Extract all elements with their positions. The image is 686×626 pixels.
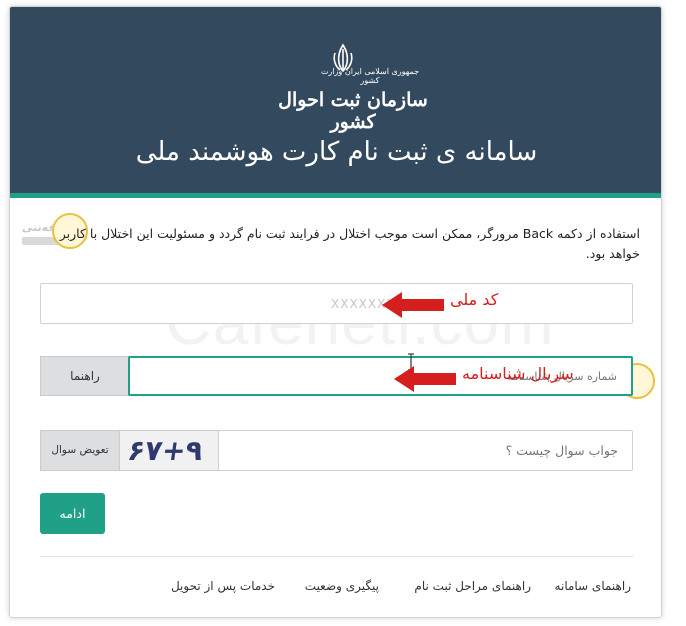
- captcha-refresh-button[interactable]: تعویض سوال: [40, 430, 120, 471]
- logo-title: سازمان ثبت احوال کشور: [278, 89, 428, 133]
- footer-link-guide[interactable]: راهنمای سامانه: [555, 579, 631, 593]
- footer-link-registration-steps[interactable]: راهنمای مراحل ثبت نام: [414, 579, 531, 593]
- footer-divider: [40, 556, 633, 557]
- arrow-left-icon: [394, 366, 456, 392]
- national-code-field[interactable]: XXXXXXXX: [40, 283, 633, 324]
- captcha-answer-field[interactable]: [218, 430, 633, 471]
- serial-annotation: سریال شناسنامه: [462, 364, 574, 383]
- captcha-answer-input[interactable]: [219, 431, 632, 470]
- continue-button[interactable]: ادامه: [40, 493, 105, 534]
- arrow-left-icon: [382, 292, 444, 318]
- back-button-notice: استفاده از دکمه Back مرورگر، ممکن است مو…: [59, 226, 640, 261]
- captcha-image: ۶۷+۹: [120, 430, 220, 471]
- footer-link-after-delivery[interactable]: خدمات پس از تحویل: [171, 579, 275, 593]
- captcha-text: ۶۷+۹: [125, 434, 206, 467]
- page-header: جمهوری اسلامی ایران وزارت کشور سازمان ثب…: [10, 7, 661, 198]
- registration-card: جمهوری اسلامی ایران وزارت کشور سازمان ثب…: [9, 6, 662, 618]
- national-code-annotation: کد ملی: [450, 290, 499, 309]
- page-title: سامانه ی ثبت نام کارت هوشمند ملی: [135, 137, 538, 167]
- footer-link-tracking[interactable]: پیگیری وضعیت: [305, 579, 379, 593]
- help-button[interactable]: راهنما: [40, 356, 130, 396]
- logo-subtitle: جمهوری اسلامی ایران وزارت کشور: [320, 67, 420, 85]
